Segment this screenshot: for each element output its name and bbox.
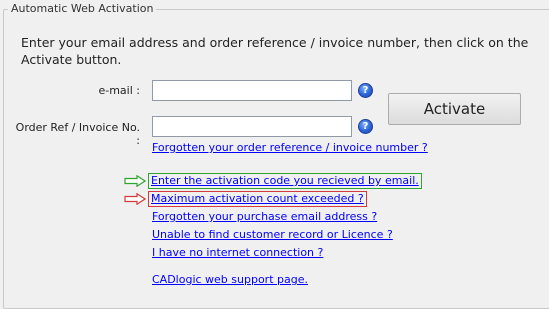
email-field[interactable]	[152, 80, 352, 101]
order-ref-label: Order Ref / Invoice No. :	[15, 121, 140, 147]
enter-activation-code-link[interactable]: Enter the activation code you recieved b…	[148, 173, 422, 189]
no-customer-record-link[interactable]: Unable to find customer record or Licenc…	[152, 228, 393, 242]
forgotten-order-ref-link[interactable]: Forgotten your order reference / invoice…	[152, 141, 428, 155]
red-arrow-icon	[124, 193, 146, 205]
green-arrow-icon	[124, 175, 146, 187]
group-title: Automatic Web Activation	[8, 2, 157, 15]
no-internet-link[interactable]: I have no internet connection ?	[152, 246, 323, 260]
order-ref-help-icon[interactable]: ?	[358, 119, 373, 134]
email-help-icon[interactable]: ?	[358, 83, 373, 98]
instructions-text: Enter your email address and order refer…	[21, 35, 529, 67]
activate-button[interactable]: Activate	[388, 93, 521, 125]
forgotten-email-link[interactable]: Forgotten your purchase email address ?	[152, 210, 377, 224]
order-ref-field[interactable]	[152, 116, 352, 137]
support-page-link[interactable]: CADlogic web support page.	[152, 273, 308, 287]
max-activation-count-link[interactable]: Maximum activation count exceeded ?	[148, 191, 367, 207]
email-label: e-mail :	[98, 84, 140, 97]
